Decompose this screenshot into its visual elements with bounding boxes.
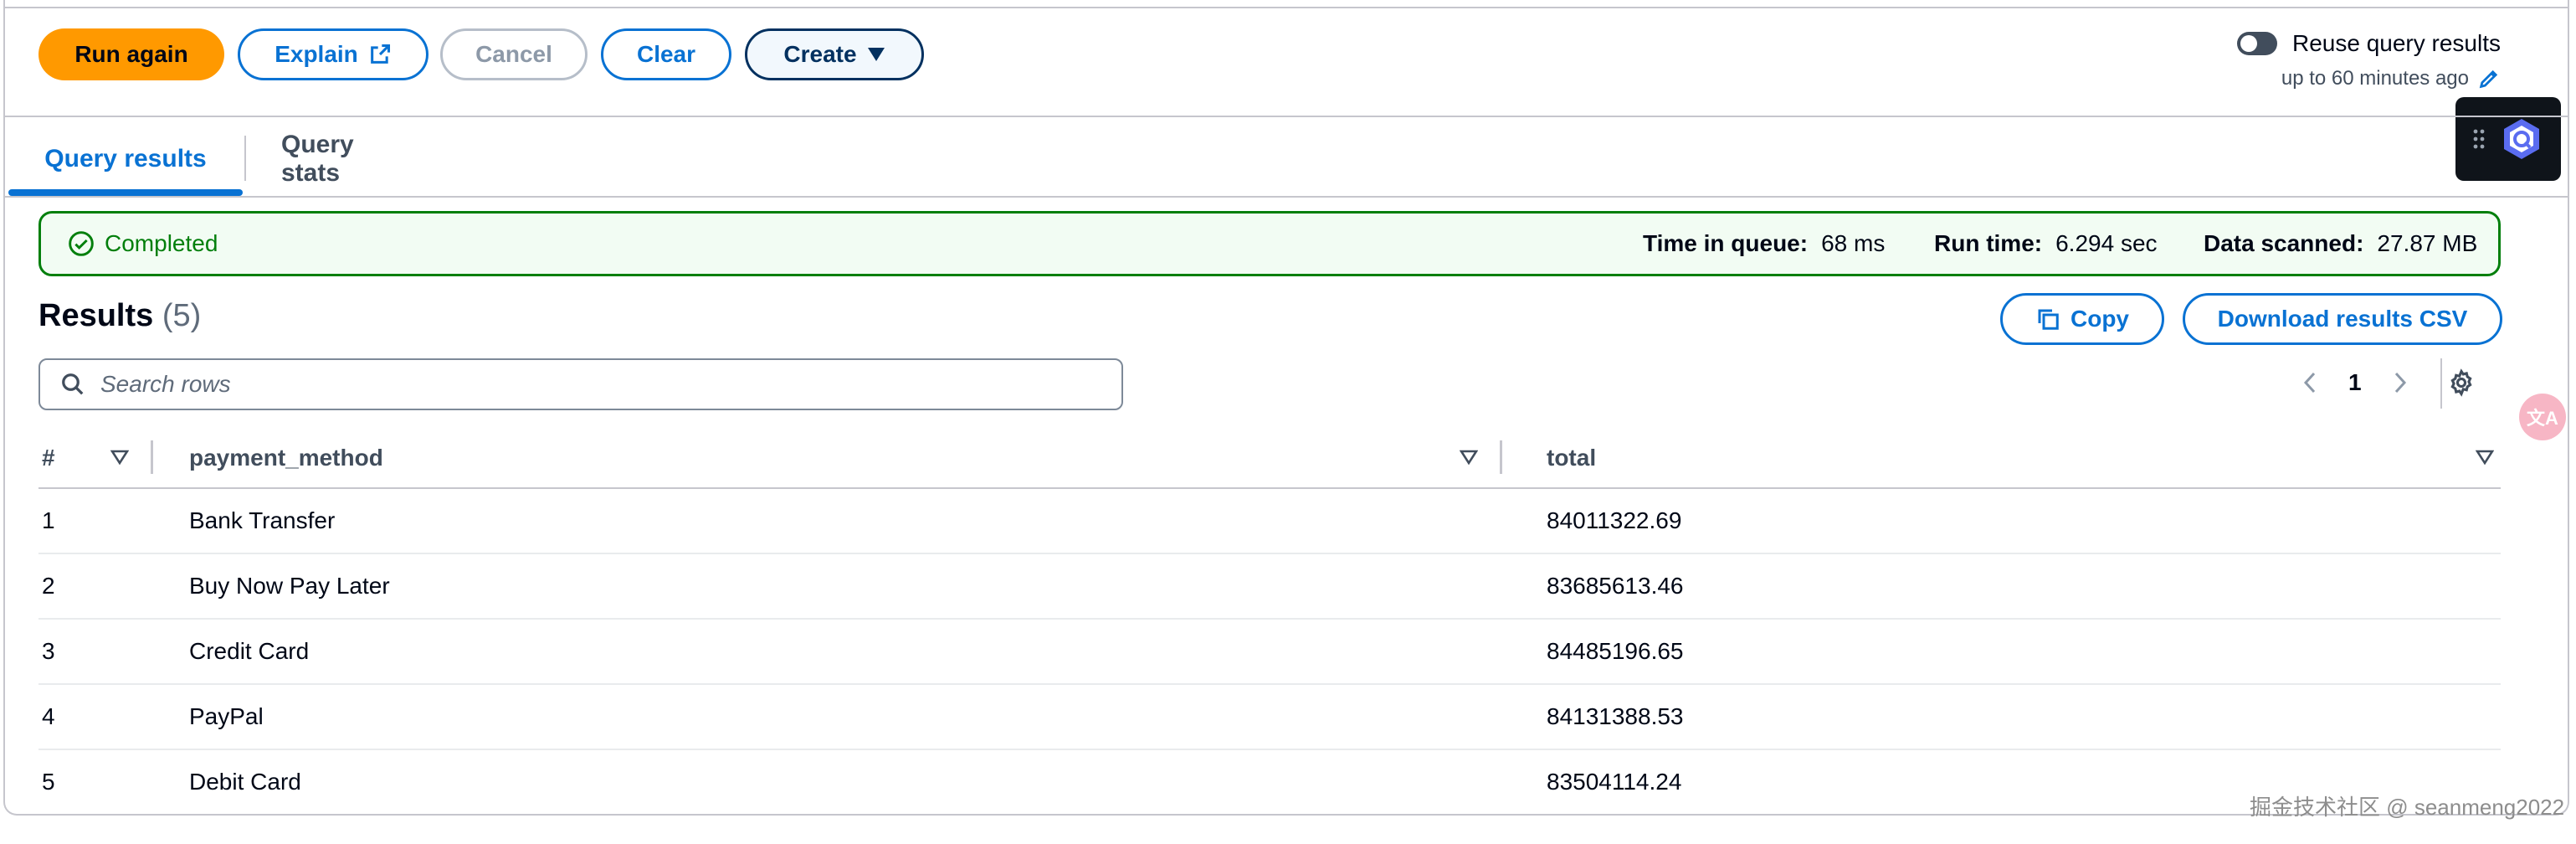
caret-down-icon [867,48,885,61]
pagination: 1 [2301,358,2476,409]
payment-method-cell: Bank Transfer [189,507,336,533]
table-row: 2 Buy Now Pay Later 83685613.46 [38,554,2501,620]
run-time-value: 6.294 sec [2055,230,2158,256]
previous-page-icon[interactable] [2301,370,2318,395]
time-in-queue: Time in queue: 68 ms [1643,230,1885,257]
run-time: Run time: 6.294 sec [1934,230,2158,257]
watermark: 掘金技术社区 @ seanmeng2022 [2250,795,2565,820]
explain-label: Explain [275,41,358,67]
time-in-queue-value: 68 ms [1821,230,1886,256]
reuse-results-toggle-row: Reuse query results [2236,30,2501,57]
table-row: 4 PayPal 84131388.53 [38,685,2501,750]
external-link-icon [370,44,390,64]
status-banner: Completed Time in queue: 68 ms Run time:… [38,211,2501,276]
data-scanned-value: 27.87 MB [2377,230,2478,256]
tab-query-results[interactable]: Query results [8,126,243,193]
search-placeholder: Search rows [100,371,231,397]
edit-pencil-icon[interactable] [2477,67,2501,90]
tab-divider [244,136,246,181]
top-border [3,7,2569,8]
create-label: Create [783,41,857,67]
table-row: 3 Credit Card 84485196.65 [38,620,2501,685]
table-row: 5 Debit Card 83504114.24 [38,750,2501,814]
payment-method-cell: PayPal [189,703,264,729]
table-row: 1 Bank Transfer 84011322.69 [38,489,2501,554]
reuse-window-text: up to 60 minutes ago [2281,67,2469,90]
total-cell: 84485196.65 [1547,638,1684,664]
drag-handle-icon[interactable] [2473,128,2485,150]
run-again-button[interactable]: Run again [38,28,224,80]
sort-icon[interactable] [1460,449,1478,466]
table-header: # payment_method total [38,429,2501,489]
data-scanned-label: Data scanned: [2204,230,2364,256]
toolbar-divider [3,116,2569,117]
row-number-cell: 3 [42,638,55,664]
row-number-cell: 1 [42,507,55,533]
tab-query-stats[interactable]: Query stats [281,126,354,193]
total-cell: 84011322.69 [1547,507,1682,533]
assistant-logo-icon [2504,119,2539,159]
column-header-payment-method[interactable]: payment_method [189,429,383,487]
total-cell: 84131388.53 [1547,703,1684,729]
sort-icon[interactable] [110,449,129,466]
payment-method-cell: Debit Card [189,769,301,795]
next-page-icon[interactable] [2392,370,2409,395]
data-scanned: Data scanned: 27.87 MB [2204,230,2477,257]
payment-method-cell: Credit Card [189,638,310,664]
copy-label: Copy [2071,306,2129,332]
clear-button[interactable]: Clear [601,28,731,80]
copy-icon [2038,309,2059,330]
column-divider[interactable] [151,440,153,474]
translate-icon[interactable]: 文A [2519,394,2566,440]
results-heading: Results (5) [38,298,201,334]
status-completed: Completed [68,230,218,257]
current-page[interactable]: 1 [2348,369,2362,396]
column-divider[interactable] [1500,440,1502,474]
total-cell: 83685613.46 [1547,573,1684,599]
run-again-label: Run again [74,41,188,67]
copy-button[interactable]: Copy [2000,293,2164,345]
settings-gear-icon[interactable] [2447,368,2476,397]
search-icon [62,373,84,395]
results-title: Results [38,298,154,333]
row-number-cell: 4 [42,703,55,729]
row-number-cell: 2 [42,573,55,599]
row-number-cell: 5 [42,769,55,795]
download-csv-button[interactable]: Download results CSV [2183,293,2502,345]
cancel-button[interactable]: Cancel [440,28,588,80]
check-circle-icon [69,231,94,256]
sort-icon[interactable] [2476,449,2494,466]
reuse-results-subtext: up to 60 minutes ago [2281,67,2501,90]
tabs-underline [3,196,2569,198]
active-tab-indicator [8,189,243,196]
time-in-queue-label: Time in queue: [1643,230,1809,256]
create-dropdown-button[interactable]: Create [745,28,924,80]
column-header-number[interactable]: # [42,429,55,487]
status-text: Completed [105,230,218,256]
floating-assistant-widget[interactable] [2455,97,2561,181]
column-header-total[interactable]: total [1547,429,1596,487]
search-rows-field[interactable]: Search rows [38,358,1123,410]
results-count: (5) [162,298,202,333]
reuse-results-toggle[interactable] [2236,32,2277,55]
clear-label: Clear [636,41,696,67]
cancel-label: Cancel [475,41,552,67]
download-csv-label: Download results CSV [2217,306,2468,332]
run-time-label: Run time: [1934,230,2043,256]
payment-method-cell: Buy Now Pay Later [189,573,390,599]
reuse-results-label: Reuse query results [2291,30,2501,56]
explain-button[interactable]: Explain [238,28,428,80]
pager-divider [2440,358,2442,409]
results-table: # payment_method total 1 Bank Transfer 8… [38,429,2501,814]
total-cell: 83504114.24 [1547,769,1682,795]
